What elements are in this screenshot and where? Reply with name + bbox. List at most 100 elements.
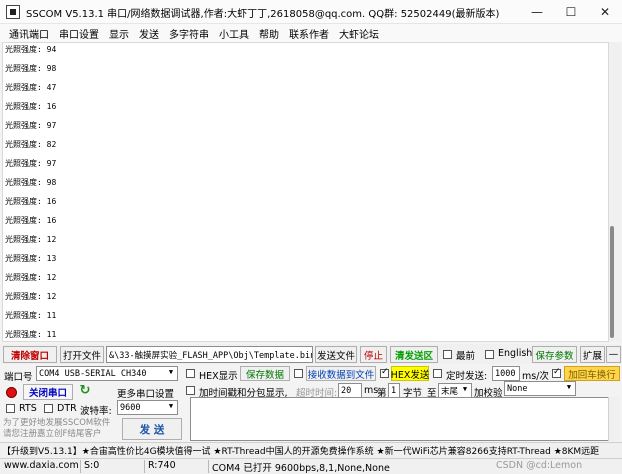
- menu-tools[interactable]: 小工具: [214, 26, 254, 41]
- send-file-button[interactable]: 发送文件: [315, 346, 357, 363]
- promo-text: 为了更好地发展SSCOM软件 请您注册嘉立创F结尾客户: [3, 418, 111, 439]
- menu-help[interactable]: 帮助: [254, 26, 284, 41]
- menu-multi-string[interactable]: 多字符串: [164, 26, 214, 41]
- byte-start-input[interactable]: 1: [388, 383, 400, 398]
- file-path-field[interactable]: &\33-触摸屏实验_FLASH_APP\Obj\Template.bin: [106, 346, 313, 363]
- title-bar: SSCOM V5.13.1 串口/网络数据调试器,作者:大虾丁丁,2618058…: [0, 0, 622, 24]
- save-data-button[interactable]: 保存数据: [240, 366, 290, 381]
- recv-to-file-checkbox[interactable]: [294, 369, 303, 378]
- menu-ports[interactable]: 通讯端口: [4, 26, 54, 41]
- open-file-button[interactable]: 打开文件: [60, 346, 104, 363]
- app-icon: [6, 5, 20, 19]
- hex-display-checkbox[interactable]: [186, 369, 195, 378]
- website-link[interactable]: www.daxia.com: [4, 460, 79, 471]
- checksum-value: None: [507, 383, 528, 394]
- clear-window-button[interactable]: 清除窗口: [3, 346, 57, 363]
- menu-display[interactable]: 显示: [104, 26, 134, 41]
- refresh-icon[interactable]: ↻: [78, 384, 92, 398]
- receive-line: 光照强度: 12: [5, 292, 57, 301]
- port-select[interactable]: COM4 USB-SERIAL CH340 ▼: [36, 366, 178, 381]
- baud-value: 9600: [120, 402, 141, 413]
- receive-line: 光照强度: 16: [5, 216, 57, 225]
- receive-line: 光照强度: 12: [5, 235, 57, 244]
- recv-to-file-button[interactable]: 接收数据到文件: [306, 366, 376, 381]
- receive-line: 光照强度: 13: [5, 254, 57, 263]
- menu-contact[interactable]: 联系作者: [284, 26, 334, 41]
- sent-count: S:0: [84, 460, 100, 471]
- more-settings-link[interactable]: 更多串口设置: [117, 386, 174, 400]
- add-crlf-checkbox[interactable]: [552, 367, 561, 378]
- chevron-down-icon: ▼: [168, 368, 174, 376]
- interval-unit: ms/次: [522, 371, 549, 382]
- baud-label: 波特率:: [80, 406, 112, 417]
- send-button[interactable]: 发 送: [122, 418, 182, 440]
- status-bar: www.daxia.com S:0 R:740 COM4 已打开 9600bps…: [0, 458, 622, 474]
- port-label: 端口号: [4, 372, 33, 383]
- dtr-checkbox[interactable]: [44, 404, 53, 413]
- receive-line: 光照强度: 98: [5, 178, 57, 187]
- close-button[interactable]: ✕: [588, 0, 622, 24]
- port-status: COM4 已打开 9600bps,8,1,None,None: [212, 463, 390, 474]
- status-divider: [144, 460, 145, 473]
- port-value: COM4 USB-SERIAL CH340: [39, 368, 147, 379]
- interval-input[interactable]: 1000: [492, 366, 520, 381]
- rts-checkbox[interactable]: [6, 404, 15, 413]
- maximize-button[interactable]: ☐: [554, 0, 588, 24]
- receive-line: 光照强度: 11: [5, 311, 57, 320]
- send-scrollbar[interactable]: [608, 397, 620, 441]
- hex-send-checkbox[interactable]: [380, 367, 389, 378]
- menu-forum[interactable]: 大虾论坛: [334, 26, 384, 41]
- receive-line: 光照强度: 98: [5, 64, 57, 73]
- checksum-select[interactable]: None ▼: [504, 381, 576, 396]
- chevron-down-icon: ▼: [462, 385, 468, 393]
- receive-line: 光照强度: 11: [5, 330, 57, 339]
- menu-serial-settings[interactable]: 串口设置: [54, 26, 104, 41]
- add-crlf-button[interactable]: 加回车换行: [564, 366, 620, 381]
- receive-line: 光照强度: 47: [5, 83, 57, 92]
- end-select[interactable]: 末尾 ▼: [438, 383, 472, 398]
- chevron-down-icon: ▼: [566, 383, 572, 391]
- scrollbar-thumb[interactable]: [610, 226, 614, 338]
- timed-send-label: 定时发送:: [446, 371, 488, 382]
- status-divider: [208, 460, 209, 473]
- chevron-down-icon: ▼: [168, 402, 174, 410]
- always-on-top-label: 最前: [456, 351, 476, 362]
- timeout-input[interactable]: 20: [338, 383, 362, 398]
- end-value: 末尾: [441, 386, 459, 397]
- window-title: SSCOM V5.13.1 串口/网络数据调试器,作者:大虾丁丁,2618058…: [26, 9, 500, 20]
- timestamp-checkbox[interactable]: [186, 386, 195, 395]
- dtr-label: DTR: [57, 403, 77, 414]
- expand-button[interactable]: 扩展: [580, 346, 605, 363]
- always-on-top-checkbox[interactable]: [443, 350, 452, 359]
- receive-line: 光照强度: 82: [5, 140, 57, 149]
- menu-send[interactable]: 发送: [134, 26, 164, 41]
- hex-display-label: HEX显示: [199, 371, 238, 382]
- receive-line: 光照强度: 16: [5, 197, 57, 206]
- port-status-icon: [6, 387, 17, 398]
- timed-send-checkbox[interactable]: [433, 369, 442, 378]
- hex-send-button[interactable]: HEX发送: [391, 366, 429, 381]
- stop-button[interactable]: 停止: [360, 346, 387, 363]
- receive-line: 光照强度: 12: [5, 273, 57, 282]
- receive-line: 光照强度: 16: [5, 102, 57, 111]
- baud-select[interactable]: 9600 ▼: [117, 400, 178, 415]
- news-ticker[interactable]: 【升级到V5.13.1】★合宙高性价比4G模块值得一试 ★RT-Thread中国…: [0, 442, 622, 458]
- minimize-button[interactable]: —: [520, 0, 554, 24]
- close-port-button[interactable]: 关闭串口: [23, 384, 73, 400]
- collapse-button[interactable]: —: [606, 346, 621, 363]
- save-params-button[interactable]: 保存参数: [532, 346, 577, 363]
- english-checkbox[interactable]: [485, 350, 494, 359]
- receive-line: 光照强度: 97: [5, 121, 57, 130]
- menu-bar: 通讯端口 串口设置 显示 发送 多字符串 小工具 帮助 联系作者 大虾论坛: [0, 24, 622, 42]
- csdn-watermark: CSDN @cd:Lemon: [496, 460, 583, 471]
- rts-label: RTS: [19, 403, 37, 414]
- send-input[interactable]: [190, 397, 620, 441]
- receive-line: 光照强度: 94: [5, 45, 57, 54]
- ticker-text: 【升级到V5.13.1】★合宙高性价比4G模块值得一试 ★RT-Thread中国…: [2, 447, 600, 457]
- clear-send-button[interactable]: 清发送区: [390, 346, 438, 363]
- receive-line: 光照强度: 97: [5, 159, 57, 168]
- recv-count: R:740: [148, 460, 176, 471]
- receive-area[interactable]: 光照强度: 94 光照强度: 98 光照强度: 47 光照强度: 16 光照强度…: [2, 42, 609, 342]
- status-divider: [80, 460, 81, 473]
- english-label: English: [498, 348, 533, 359]
